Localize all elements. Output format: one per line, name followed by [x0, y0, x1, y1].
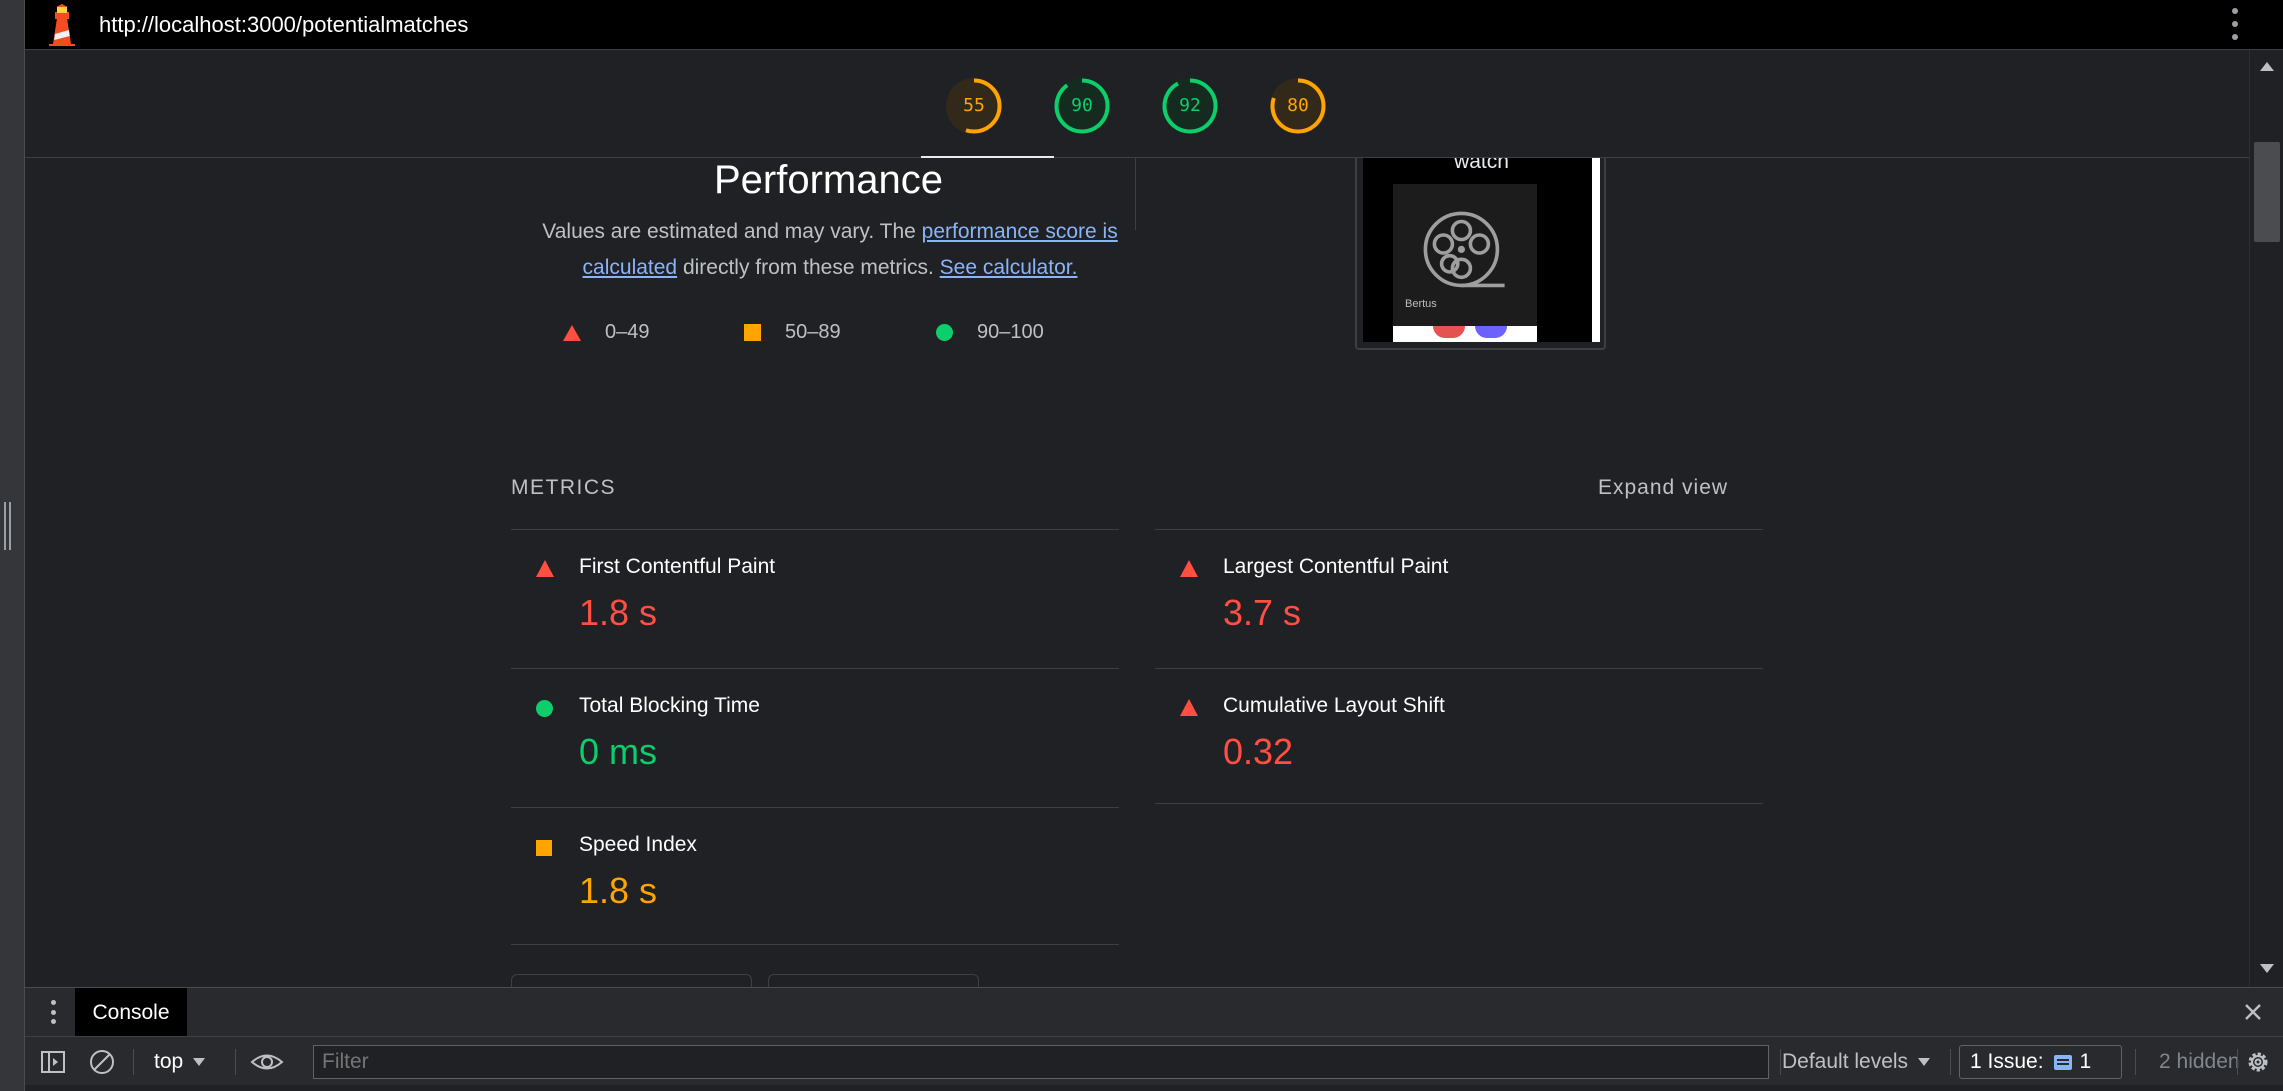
circle-icon — [936, 324, 953, 341]
score-gauge-seo[interactable]: 80 — [1269, 77, 1327, 135]
message-icon — [2053, 1054, 2072, 1070]
separator — [1950, 1049, 1951, 1075]
close-icon[interactable] — [2237, 996, 2269, 1028]
triangle-icon — [563, 324, 581, 341]
film-reel-icon — [1423, 211, 1505, 288]
vertical-scrollbar[interactable] — [2249, 50, 2283, 987]
clear-console-icon[interactable] — [88, 1037, 116, 1086]
square-icon — [536, 840, 552, 856]
metric-name: Speed Index — [579, 833, 697, 856]
metric-name: Total Blocking Time — [579, 694, 760, 717]
dislike-button-preview — [1433, 326, 1465, 338]
metric-tbt[interactable]: Total Blocking Time 0 ms — [511, 668, 1119, 807]
context-selector[interactable]: top — [154, 1037, 206, 1086]
divider — [1135, 158, 1136, 230]
triangle-icon — [1180, 560, 1198, 577]
score-value: 90 — [1071, 95, 1093, 116]
console-prompt-area[interactable] — [25, 1085, 2283, 1091]
log-levels-dropdown[interactable]: Default levels — [1782, 1037, 1931, 1086]
circle-icon — [536, 700, 553, 717]
hidden-messages-count: 2 hidden — [2159, 1050, 2240, 1073]
metric-si[interactable]: Speed Index 1.8 s — [511, 807, 1119, 946]
issues-button[interactable]: 1 Issue: 1 — [1959, 1045, 2122, 1079]
like-button-preview — [1475, 326, 1507, 338]
metric-value: 0 ms — [579, 731, 658, 772]
desc-text: Values are estimated and may vary. The — [542, 220, 922, 243]
divider — [1155, 803, 1763, 804]
screenshot-heading: watch — [1454, 158, 1509, 173]
levels-label: Default levels — [1782, 1049, 1909, 1073]
issues-label: 1 Issue: — [1970, 1050, 2044, 1073]
screenshot-card: Bertus — [1393, 184, 1537, 326]
drawer-tabbar: Console — [25, 987, 2283, 1037]
metric-cls[interactable]: Cumulative Layout Shift 0.32 — [1155, 668, 1763, 807]
left-gutter — [0, 0, 25, 1091]
lighthouse-icon — [49, 3, 75, 46]
legend-pass: 90–100 — [936, 321, 1044, 344]
score-gauge-performance[interactable]: 55 — [945, 77, 1003, 135]
metric-name: Cumulative Layout Shift — [1223, 694, 1445, 717]
legend-label: 90–100 — [977, 321, 1044, 343]
console-toolbar: top Default levels 1 Issue: 1 2 hidden — [25, 1036, 2283, 1085]
console-filter-input[interactable] — [313, 1045, 1769, 1079]
separator — [133, 1049, 134, 1075]
report-content: Performance Values are estimated and may… — [25, 158, 2249, 987]
triangle-icon — [536, 560, 554, 577]
separator — [2237, 1049, 2238, 1075]
live-expression-eye-icon[interactable] — [250, 1037, 284, 1086]
score-gauge-accessibility[interactable]: 90 — [1053, 77, 1111, 135]
desc-text: directly from these metrics. — [677, 256, 940, 279]
scrollbar-thumb[interactable] — [2254, 142, 2280, 242]
chevron-down-icon — [1918, 1057, 1931, 1066]
treemap-button[interactable] — [511, 974, 752, 987]
legend-label: 50–89 — [785, 321, 841, 343]
score-value: 55 — [963, 95, 985, 116]
gear-icon[interactable] — [2244, 1037, 2272, 1086]
divider — [511, 944, 1119, 945]
metric-lcp[interactable]: Largest Contentful Paint 3.7 s — [1155, 529, 1763, 668]
page-url: http://localhost:3000/potentialmatches — [99, 11, 469, 37]
score-value: 92 — [1179, 95, 1201, 116]
performance-title: Performance — [714, 158, 943, 202]
chevron-down-icon — [193, 1057, 206, 1066]
see-calculator-link[interactable]: See calculator. — [940, 256, 1078, 279]
score-value: 80 — [1287, 95, 1309, 116]
issues-count: 1 — [2079, 1050, 2092, 1073]
metric-value: 1.8 s — [579, 870, 658, 911]
screenshot-buttons — [1393, 326, 1537, 342]
metric-name: First Contentful Paint — [579, 555, 776, 578]
square-icon — [744, 324, 761, 341]
scroll-up-arrow-icon[interactable] — [2260, 62, 2274, 71]
performance-description: Values are estimated and may vary. The p… — [515, 214, 1145, 286]
scroll-down-arrow-icon[interactable] — [2260, 964, 2274, 973]
separator — [2135, 1049, 2136, 1075]
resize-grip[interactable] — [4, 502, 11, 550]
final-screenshot[interactable]: watch Bertus — [1355, 158, 1606, 350]
legend-average: 50–89 — [744, 321, 841, 344]
metric-value: 1.8 s — [579, 592, 658, 633]
screenshot-card-name: Bertus — [1405, 298, 1437, 310]
metric-value: 3.7 s — [1223, 592, 1302, 633]
score-header: 55 90 92 80 — [25, 50, 2249, 159]
screenshot-image: watch Bertus — [1363, 158, 1600, 342]
context-label: top — [154, 1049, 184, 1073]
legend-fail: 0–49 — [563, 321, 650, 344]
filter-audits-button[interactable] — [768, 974, 979, 987]
score-gauge-best-practices[interactable]: 92 — [1161, 77, 1219, 135]
url-bar: http://localhost:3000/potentialmatches — [25, 0, 2283, 50]
metric-fcp[interactable]: First Contentful Paint 1.8 s — [511, 529, 1119, 668]
separator — [235, 1049, 236, 1075]
triangle-icon — [1180, 699, 1198, 716]
separator — [1780, 1049, 1781, 1075]
kebab-menu-icon[interactable] — [2231, 8, 2239, 40]
metric-name: Largest Contentful Paint — [1223, 555, 1449, 578]
drawer-menu-icon[interactable] — [50, 1000, 56, 1024]
metric-value: 0.32 — [1223, 731, 1294, 772]
show-sidebar-icon[interactable] — [39, 1037, 67, 1086]
expand-view-button[interactable]: Expand view — [1598, 476, 1728, 500]
screenshot-scrollbar — [1592, 158, 1600, 342]
metrics-heading: METRICS — [511, 476, 616, 499]
tab-console[interactable]: Console — [75, 988, 187, 1037]
legend-label: 0–49 — [605, 321, 650, 343]
